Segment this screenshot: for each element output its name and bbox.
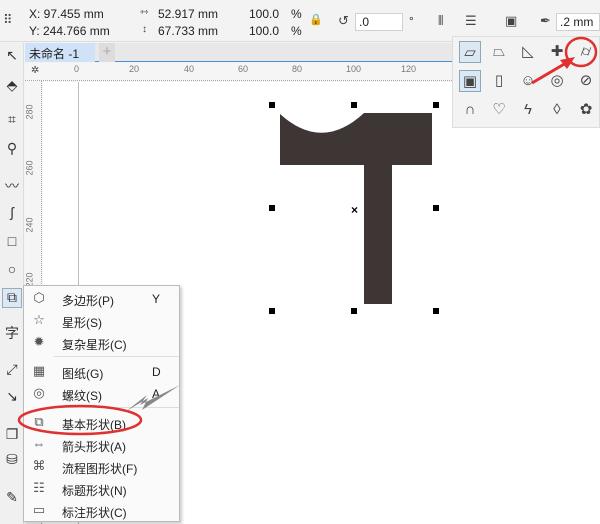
flowchart-shapes-icon: ⌘ bbox=[32, 458, 46, 473]
menu-item-shortcut: Y bbox=[152, 292, 161, 306]
menu-item[interactable]: ⧉ 基本形状(B) bbox=[24, 412, 181, 434]
banner-shapes-icon: ☷ bbox=[33, 480, 45, 495]
perfect-shapes-palette: ▱ ⏢ ◺ ✚ ⌭ ▣ ▯ ☺ ◎ ⊘ ∩ ♡ ϟ ◊ ✿ bbox=[452, 36, 600, 128]
menu-item-label: 标注形状(C) bbox=[62, 506, 127, 520]
menu-item[interactable]: ⌘ 流程图形状(F) bbox=[24, 456, 181, 478]
arrow-shapes-icon: ⇔ bbox=[32, 436, 46, 451]
selection-handle[interactable] bbox=[269, 205, 275, 211]
menu-item-label: 复杂星形(C) bbox=[62, 338, 127, 352]
page-icon[interactable]: ▯ bbox=[488, 70, 510, 92]
arch-icon[interactable]: ∩ bbox=[459, 99, 481, 121]
plaque-icon[interactable]: ✿ bbox=[575, 99, 597, 121]
graph-paper-icon: ▦ bbox=[32, 363, 46, 378]
parallelogram-icon[interactable]: ▱ bbox=[459, 41, 481, 63]
object-tools-flyout-menu: ⬡ 多边形(P) Y ☆ 星形(S) ✹ 复杂星形(C) ▦ 图纸(G) D ◎ 螺纹(S) A ⧉ 基本形… bbox=[23, 285, 180, 522]
basic-shapes-icon: ⧉ bbox=[34, 414, 44, 429]
menu-item-label: 图纸(G) bbox=[62, 367, 104, 381]
menu-item[interactable]: ☷ 标题形状(N) bbox=[24, 478, 181, 500]
center-marker: × bbox=[351, 203, 358, 217]
star-icon: ☆ bbox=[33, 312, 45, 327]
selection-handle[interactable] bbox=[433, 308, 439, 314]
trapezoid-icon[interactable]: ⏢ bbox=[488, 41, 510, 63]
heart-icon[interactable]: ♡ bbox=[488, 99, 510, 121]
menu-item-label: 多边形(P) bbox=[62, 294, 114, 308]
menu-item[interactable]: ✹ 复杂星形(C) bbox=[24, 332, 181, 354]
menu-separator bbox=[54, 356, 179, 357]
callout-shapes-icon: ▭ bbox=[32, 502, 46, 517]
menu-item-label: 箭头形状(A) bbox=[62, 440, 126, 454]
menu-item[interactable]: ⇔ 箭头形状(A) bbox=[24, 434, 181, 456]
menu-item[interactable]: ◎ 螺纹(S) A bbox=[24, 383, 181, 405]
menu-item-label: 螺纹(S) bbox=[62, 389, 102, 403]
cross-icon[interactable]: ✚ bbox=[546, 41, 568, 63]
selection-handle[interactable] bbox=[433, 205, 439, 211]
menu-item[interactable]: ▦ 图纸(G) D bbox=[24, 361, 181, 383]
menu-item-shortcut: A bbox=[152, 387, 161, 401]
selection-handle[interactable] bbox=[269, 102, 275, 108]
menu-separator bbox=[54, 407, 179, 408]
menu-item[interactable]: ⬡ 多边形(P) Y bbox=[24, 288, 181, 310]
spiral-icon: ◎ bbox=[33, 385, 45, 400]
droplet-icon[interactable]: ◊ bbox=[546, 99, 568, 121]
menu-item-shortcut: D bbox=[152, 365, 161, 379]
no-symbol-icon[interactable]: ⊘ bbox=[575, 70, 597, 92]
complex-star-icon: ✹ bbox=[33, 334, 45, 349]
selection-handle[interactable] bbox=[351, 102, 357, 108]
selection-handle[interactable] bbox=[351, 308, 357, 314]
selection-handle[interactable] bbox=[433, 102, 439, 108]
menu-item[interactable]: ☆ 星形(S) bbox=[24, 310, 181, 332]
ring-icon[interactable]: ◎ bbox=[546, 70, 568, 92]
selection-handle[interactable] bbox=[269, 308, 275, 314]
menu-item-label: 基本形状(B) bbox=[62, 418, 126, 432]
menu-item-label: 流程图形状(F) bbox=[62, 462, 138, 476]
frame-icon[interactable]: ▣ bbox=[459, 70, 481, 92]
triangle-icon[interactable]: ◺ bbox=[517, 41, 539, 63]
smiley-icon[interactable]: ☺ bbox=[517, 70, 539, 92]
menu-item[interactable]: ▭ 标注形状(C) bbox=[24, 500, 181, 522]
menu-item-label: 标题形状(N) bbox=[62, 484, 127, 498]
polygon-icon: ⬡ bbox=[33, 290, 45, 305]
lightning-icon[interactable]: ϟ bbox=[517, 99, 539, 121]
cylinder-icon[interactable]: ⌭ bbox=[575, 41, 597, 63]
menu-item-label: 星形(S) bbox=[62, 316, 102, 330]
